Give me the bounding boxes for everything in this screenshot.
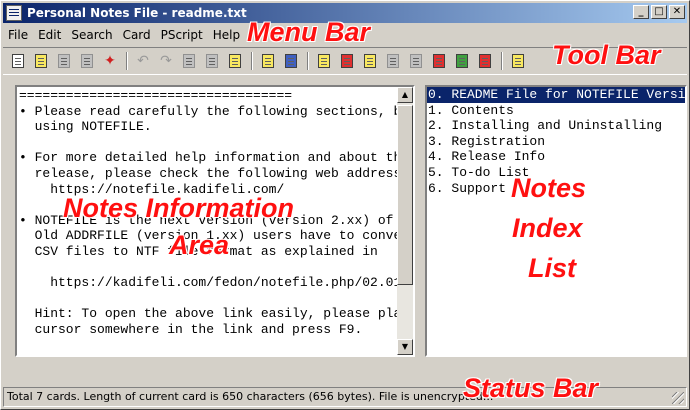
menu-pscript[interactable]: PScript xyxy=(156,28,208,42)
find-next-icon[interactable] xyxy=(203,52,221,70)
window-title: Personal Notes File - readme.txt xyxy=(27,6,247,20)
card-sort-icon[interactable] xyxy=(361,52,379,70)
new-card-icon[interactable] xyxy=(32,52,50,70)
menu-card[interactable]: Card xyxy=(118,28,156,42)
index-list: 0. README File for NOTEFILE Version 2.xx… xyxy=(427,87,685,196)
notes-information-area[interactable]: =================================== • Pl… xyxy=(15,85,415,357)
copy-card-icon[interactable] xyxy=(55,52,73,70)
find-icon[interactable] xyxy=(180,52,198,70)
notes-index-list[interactable]: 0. README File for NOTEFILE Version 2.xx… xyxy=(425,85,687,357)
close-button[interactable]: ✕ xyxy=(669,5,685,19)
status-text: Total 7 cards. Length of current card is… xyxy=(7,390,494,403)
notes-scrollbar[interactable]: ▲ ▼ xyxy=(397,87,413,355)
maximize-button[interactable]: □ xyxy=(651,5,667,19)
index-item[interactable]: 1. Contents xyxy=(427,103,685,119)
properties-icon[interactable] xyxy=(453,52,471,70)
app-icon[interactable] xyxy=(6,5,22,21)
undo-icon[interactable]: ↶ xyxy=(134,52,152,70)
minimize-button[interactable]: _ xyxy=(633,5,649,19)
print-icon[interactable] xyxy=(407,52,425,70)
toolbar-separator xyxy=(251,52,253,70)
tool-bar: ✦ ↶ ↷ xyxy=(3,47,687,75)
menu-help[interactable]: Help xyxy=(208,28,245,42)
index-item[interactable]: 5. To-do List xyxy=(427,165,685,181)
index-item[interactable]: 0. README File for NOTEFILE Version 2.xx xyxy=(427,87,685,103)
replace-icon[interactable] xyxy=(226,52,244,70)
toolbar-separator xyxy=(307,52,309,70)
index-item[interactable]: 4. Release Info xyxy=(427,149,685,165)
save-icon[interactable] xyxy=(282,52,300,70)
menu-bar: File Edit Search Card PScript Help xyxy=(3,25,687,45)
print-preview-icon[interactable] xyxy=(430,52,448,70)
index-item[interactable]: 6. Support xyxy=(427,181,685,197)
script-icon[interactable] xyxy=(476,52,494,70)
title-bar[interactable]: Personal Notes File - readme.txt _ □ ✕ xyxy=(3,3,687,23)
pin-icon[interactable]: ✦ xyxy=(101,52,119,70)
scroll-down-button[interactable]: ▼ xyxy=(397,339,413,355)
redo-icon[interactable]: ↷ xyxy=(157,52,175,70)
toolbar-separator xyxy=(501,52,503,70)
status-bar: Total 7 cards. Length of current card is… xyxy=(3,387,687,407)
notes-text[interactable]: =================================== • Pl… xyxy=(19,88,399,354)
toolbar-separator xyxy=(126,52,128,70)
open-icon[interactable] xyxy=(259,52,277,70)
resize-grip[interactable] xyxy=(672,392,684,404)
card-move-icon[interactable] xyxy=(338,52,356,70)
refresh-icon[interactable] xyxy=(384,52,402,70)
menu-search[interactable]: Search xyxy=(66,28,117,42)
help-icon[interactable] xyxy=(509,52,527,70)
paste-card-icon[interactable] xyxy=(78,52,96,70)
index-item[interactable]: 3. Registration xyxy=(427,134,685,150)
scroll-up-button[interactable]: ▲ xyxy=(397,87,413,103)
menu-file[interactable]: File xyxy=(3,28,33,42)
scroll-thumb[interactable] xyxy=(397,105,413,285)
index-item[interactable]: 2. Installing and Uninstalling xyxy=(427,118,685,134)
card-add-icon[interactable] xyxy=(315,52,333,70)
menu-edit[interactable]: Edit xyxy=(33,28,66,42)
new-file-icon[interactable] xyxy=(9,52,27,70)
app-window: Personal Notes File - readme.txt _ □ ✕ F… xyxy=(0,0,690,410)
